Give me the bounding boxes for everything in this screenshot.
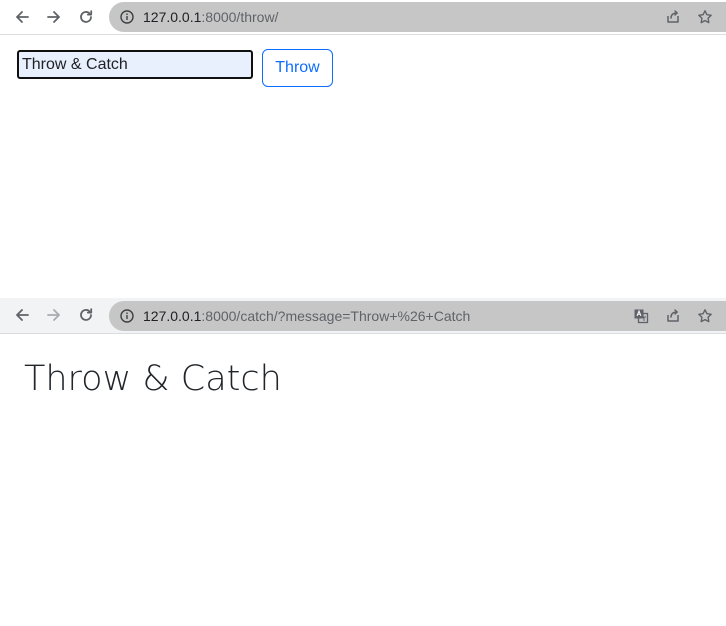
reload-icon — [80, 10, 93, 23]
throw-button[interactable]: Throw — [262, 49, 333, 87]
catch-page-window: 127.0.0.1:8000/catch/?message=Throw+%26+… — [0, 298, 726, 626]
address-bar[interactable]: 127.0.0.1:8000/throw/ — [109, 2, 726, 32]
arrow-left-icon — [16, 309, 29, 321]
message-input[interactable] — [17, 50, 253, 79]
url-path: :8000/throw/ — [201, 9, 279, 25]
info-icon[interactable] — [120, 10, 134, 24]
back-button[interactable] — [10, 5, 34, 29]
reload-button[interactable] — [74, 5, 98, 29]
share-icon — [667, 309, 679, 322]
share-button[interactable] — [664, 307, 682, 325]
url-host: 127.0.0.1 — [143, 9, 202, 25]
browser-toolbar: 127.0.0.1:8000/catch/?message=Throw+%26+… — [0, 298, 726, 334]
star-icon — [698, 309, 712, 323]
bookmark-button[interactable] — [696, 307, 714, 325]
url-path: :8000/catch/?message=Throw+%26+Catch — [201, 308, 471, 324]
forward-button[interactable] — [42, 5, 66, 29]
translate-button[interactable] — [632, 307, 650, 325]
bookmark-button[interactable] — [696, 8, 714, 26]
caught-message-heading: Throw & Catch — [24, 359, 282, 399]
forward-button[interactable] — [42, 303, 66, 327]
info-icon[interactable] — [120, 309, 134, 323]
url-host: 127.0.0.1 — [143, 308, 202, 324]
arrow-right-icon — [47, 309, 60, 321]
star-icon — [698, 10, 712, 24]
translate-icon — [634, 309, 649, 324]
back-button[interactable] — [10, 303, 34, 327]
url-text[interactable]: 127.0.0.1:8000/throw/ — [143, 9, 278, 25]
arrow-right-icon — [47, 11, 60, 23]
share-icon — [667, 10, 679, 23]
throw-page-window: 127.0.0.1:8000/throw/ Throw — [0, 0, 726, 298]
url-text[interactable]: 127.0.0.1:8000/catch/?message=Throw+%26+… — [143, 308, 470, 324]
arrow-left-icon — [16, 11, 29, 23]
browser-toolbar: 127.0.0.1:8000/throw/ — [0, 0, 726, 35]
reload-icon — [80, 308, 93, 321]
share-button[interactable] — [664, 8, 682, 26]
address-bar[interactable]: 127.0.0.1:8000/catch/?message=Throw+%26+… — [109, 301, 726, 331]
reload-button[interactable] — [74, 303, 98, 327]
